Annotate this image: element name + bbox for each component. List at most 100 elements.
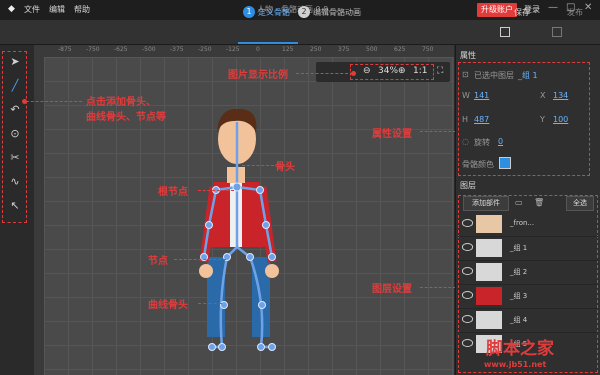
x-field[interactable]: 134: [553, 91, 568, 100]
ruler-tick: 750: [422, 46, 434, 53]
annotation-line: [420, 131, 456, 132]
ruler-tick: 250: [310, 46, 322, 53]
eye-icon[interactable]: [462, 315, 473, 323]
ruler-top: -875 -750 -625 -500 -375 -250 -125 0 125…: [34, 45, 454, 57]
select-all-button[interactable]: 全选: [566, 196, 594, 211]
layer-name: _组 2: [510, 268, 528, 276]
tab-edit-animation[interactable]: 编辑骨骼动画: [313, 7, 361, 18]
step-2-badge[interactable]: 2: [298, 6, 310, 18]
folder-icon[interactable]: ▭: [515, 198, 523, 207]
step-toolbar: [0, 20, 600, 45]
layer-thumbnail: [476, 215, 502, 233]
zoom-highlight-box: [350, 64, 434, 80]
save-button[interactable]: 保存: [514, 7, 530, 18]
trash-icon[interactable]: 🗑: [534, 198, 544, 207]
ruler-tick: 500: [366, 46, 378, 53]
eye-icon[interactable]: [462, 267, 473, 275]
tools-highlight-box: [2, 51, 27, 223]
annotation-line: [242, 165, 274, 166]
y-field[interactable]: 100: [553, 115, 568, 124]
eye-icon[interactable]: [462, 219, 473, 227]
ruler-tick: -500: [142, 46, 156, 53]
layer-thumbnail: [476, 239, 502, 257]
annotation-node: 节点: [148, 256, 168, 267]
properties-title: 属性: [460, 51, 476, 60]
ruler-tick: -250: [198, 46, 212, 53]
lock-icon[interactable]: ⊡: [462, 70, 469, 79]
layers-title: 图层: [460, 181, 476, 190]
layer-row[interactable]: _fron...: [458, 212, 598, 237]
ruler-tick: 0: [256, 46, 260, 53]
layer-row[interactable]: _组 2: [458, 260, 598, 285]
menu-file[interactable]: 文件: [24, 4, 40, 15]
annotation-line: [174, 259, 226, 260]
layer-row[interactable]: _组 3: [458, 284, 598, 309]
upgrade-account-button[interactable]: 升级账户: [477, 3, 517, 17]
publish-button[interactable]: 发布: [567, 7, 583, 18]
step-1-badge[interactable]: 1: [243, 6, 255, 18]
menu-edit[interactable]: 编辑: [49, 4, 65, 15]
tab-define-bones[interactable]: 定义骨骼: [258, 7, 290, 18]
layer-thumbnail: [476, 263, 502, 281]
bone-color-label: 骨骼颜色: [462, 160, 494, 169]
height-field[interactable]: 487: [474, 115, 489, 124]
rotate-icon: ◌: [462, 137, 469, 146]
layer-name: _fron...: [510, 219, 535, 227]
selection-value: _组 1: [518, 71, 538, 80]
annotation-line: [420, 287, 456, 288]
ruler-tick: 625: [394, 46, 406, 53]
width-field[interactable]: 141: [474, 91, 489, 100]
annotation-dot: [351, 71, 356, 76]
eye-icon[interactable]: [462, 339, 473, 347]
annotation-tools: 点击添加骨头、 曲线骨头、节点等: [86, 97, 166, 123]
annotation-bone: 骨头: [275, 162, 295, 173]
layer-row[interactable]: _组 1: [458, 236, 598, 261]
watermark-logo: 脚本之家: [486, 339, 554, 359]
rotate-label: 旋转: [474, 138, 490, 147]
publish-icon[interactable]: [552, 27, 562, 37]
eye-icon[interactable]: [462, 243, 473, 251]
ruler-tick: 125: [282, 46, 294, 53]
layer-name: _组 1: [510, 244, 528, 252]
rotate-field[interactable]: 0: [498, 137, 503, 146]
layer-name: _组 4: [510, 316, 528, 324]
y-label: Y: [540, 115, 545, 124]
annotation-zoom-ratio: 图片显示比例: [228, 70, 288, 81]
ruler-tick: -750: [86, 46, 100, 53]
watermark-url: www.jb51.net: [484, 360, 547, 369]
layer-name: _组 3: [510, 292, 528, 300]
right-hand: [265, 264, 279, 278]
active-tab-indicator: [238, 42, 298, 44]
ruler-tick: -875: [58, 46, 72, 53]
layer-thumbnail: [476, 311, 502, 329]
annotation-root-node: 根节点: [158, 187, 188, 198]
add-part-button[interactable]: 添加部件: [463, 196, 509, 211]
ruler-tick: -375: [170, 46, 184, 53]
height-label: H: [462, 115, 469, 124]
minimize-icon[interactable]: —: [548, 2, 558, 13]
ruler-tick: -125: [226, 46, 240, 53]
left-hand: [199, 264, 213, 278]
app-logo: ◆: [8, 4, 15, 14]
annotation-line: [296, 73, 353, 74]
layer-thumbnail: [476, 287, 502, 305]
ruler-tick: 375: [338, 46, 350, 53]
annotation-line: [198, 303, 222, 304]
ruler-tick: -625: [114, 46, 128, 53]
ruler-left: [34, 57, 44, 375]
save-icon[interactable]: [500, 27, 510, 37]
eye-icon[interactable]: [462, 291, 473, 299]
selection-label: 已选中图层: [474, 71, 514, 80]
annotation-curve-bone: 曲线骨头: [148, 300, 188, 311]
fullscreen-icon[interactable]: ⛶: [437, 66, 443, 76]
x-label: X: [540, 91, 546, 100]
bone-color-swatch[interactable]: [499, 157, 511, 169]
annotation-properties: 属性设置: [372, 129, 412, 140]
annotation-layers: 图层设置: [372, 284, 412, 295]
annotation-line: [26, 101, 82, 102]
annotation-line: [198, 190, 234, 191]
layer-row[interactable]: _组 4: [458, 308, 598, 333]
close-icon[interactable]: ✕: [584, 2, 592, 13]
width-label: W: [462, 91, 470, 100]
menu-help[interactable]: 帮助: [74, 4, 90, 15]
